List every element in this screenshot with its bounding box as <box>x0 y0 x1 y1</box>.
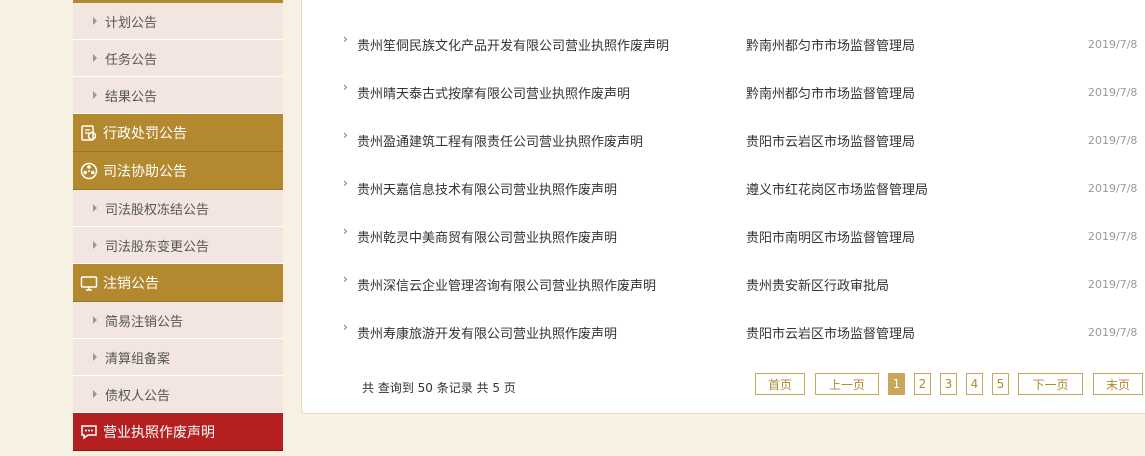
notice-agency: 贵阳市南明区市场监督管理局 <box>746 230 916 246</box>
sidebar-item-label: 任务公告 <box>105 52 158 68</box>
sidebar-item-label: 司法股权冻结公告 <box>105 202 210 218</box>
notice-agency: 贵阳市云岩区市场监督管理局 <box>746 134 916 150</box>
notice-date: 2019/7/8 <box>1088 181 1138 195</box>
caret-right-icon <box>93 17 97 25</box>
sidebar-item-label: 计划公告 <box>105 15 158 31</box>
page-button-1[interactable]: 1 <box>888 373 905 395</box>
sidebar-category-label: 行政处罚公告 <box>103 125 187 142</box>
notice-title[interactable]: 贵州天嘉信息技术有限公司营业执照作废声明 <box>357 179 617 198</box>
notice-title[interactable]: 贵州寿康旅游开发有限公司营业执照作废声明 <box>357 323 617 342</box>
monitor-icon <box>79 273 99 293</box>
sidebar-category-license-void[interactable]: 营业执照作废声明 <box>73 413 283 451</box>
sidebar-item-label: 司法股东变更公告 <box>105 239 210 255</box>
notice-title[interactable]: 贵州盈通建筑工程有限责任公司营业执照作废声明 <box>357 131 643 150</box>
sidebar-item-label: 简易注销公告 <box>105 314 184 330</box>
notice-title[interactable]: 贵州深信云企业管理咨询有限公司营业执照作废声明 <box>357 275 656 294</box>
notice-date: 2019/7/8 <box>1088 325 1138 339</box>
caret-right-icon <box>93 316 97 324</box>
sidebar-item-liquidation-filing[interactable]: 清算组备案 <box>73 339 283 376</box>
next-page-button[interactable]: 下一页 <box>1018 373 1083 395</box>
notice-agency: 贵州贵安新区行政审批局 <box>746 278 890 294</box>
sidebar-item-result-notice[interactable]: 结果公告 <box>73 77 283 114</box>
sidebar-category-label: 司法协助公告 <box>103 163 187 180</box>
prev-page-button[interactable]: 上一页 <box>815 373 879 395</box>
pagination-summary: 共 查询到 50 条记录 共 5 页 <box>362 381 516 395</box>
sidebar-item-shareholder-change[interactable]: 司法股东变更公告 <box>73 227 283 264</box>
sidebar-category-admin-penalty[interactable]: 行政处罚公告 <box>73 114 283 152</box>
sidebar-item-label: 结果公告 <box>105 89 158 105</box>
caret-right-icon <box>93 241 97 249</box>
caret-right-icon <box>93 390 97 398</box>
chevron-right-icon: › <box>343 272 348 286</box>
notice-date: 2019/7/8 <box>1088 133 1138 147</box>
notice-agency: 遵义市红花岗区市场监督管理局 <box>746 182 929 198</box>
list-item[interactable]: › 贵州寿康旅游开发有限公司营业执照作废声明 贵阳市云岩区市场监督管理局 201… <box>302 320 1145 342</box>
film-reel-icon <box>79 161 99 181</box>
sidebar-item-equity-freeze[interactable]: 司法股权冻结公告 <box>73 190 283 227</box>
sidebar-item-task-notice[interactable]: 任务公告 <box>73 40 283 77</box>
list-item[interactable]: › 贵州天嘉信息技术有限公司营业执照作废声明 遵义市红花岗区市场监督管理局 20… <box>302 176 1145 198</box>
document-icon <box>79 123 99 143</box>
chat-bubble-icon <box>79 422 99 442</box>
caret-right-icon <box>93 353 97 361</box>
chevron-right-icon: › <box>343 224 348 238</box>
chevron-right-icon: › <box>343 80 348 94</box>
chevron-right-icon: › <box>343 32 348 46</box>
notice-date: 2019/7/8 <box>1088 229 1138 243</box>
chevron-right-icon: › <box>343 128 348 142</box>
caret-right-icon <box>93 54 97 62</box>
notice-agency: 黔南州都匀市市场监督管理局 <box>746 86 916 102</box>
notice-title[interactable]: 贵州晴天泰古式按摩有限公司营业执照作废声明 <box>357 83 630 102</box>
caret-right-icon <box>93 91 97 99</box>
page-button-3[interactable]: 3 <box>940 373 957 395</box>
list-item[interactable]: › 贵州笙侗民族文化产品开发有限公司营业执照作废声明 黔南州都匀市市场监督管理局… <box>302 32 1145 54</box>
page-button-4[interactable]: 4 <box>966 373 983 395</box>
sidebar-category-label: 营业执照作废声明 <box>103 424 215 441</box>
chevron-right-icon: › <box>343 320 348 334</box>
first-page-button[interactable]: 首页 <box>755 373 805 395</box>
sidebar-item-label: 清算组备案 <box>105 351 171 367</box>
notice-panel: › 贵州笙侗民族文化产品开发有限公司营业执照作废声明 黔南州都匀市市场监督管理局… <box>301 0 1145 414</box>
notice-agency: 黔南州都匀市市场监督管理局 <box>746 38 916 54</box>
notice-title[interactable]: 贵州笙侗民族文化产品开发有限公司营业执照作废声明 <box>357 35 669 54</box>
list-item[interactable]: › 贵州晴天泰古式按摩有限公司营业执照作废声明 黔南州都匀市市场监督管理局 20… <box>302 80 1145 102</box>
sidebar-nav: 计划公告 任务公告 结果公告 行政处罚公告 司法协助公告 司法股权冻结公告 司法… <box>73 0 283 456</box>
notice-agency: 贵阳市云岩区市场监督管理局 <box>746 326 916 342</box>
notice-date: 2019/7/8 <box>1088 277 1138 291</box>
sidebar-item-label: 债权人公告 <box>105 388 171 404</box>
sidebar-item-creditor-notice[interactable]: 债权人公告 <box>73 376 283 413</box>
sidebar-category-judicial-assist[interactable]: 司法协助公告 <box>73 152 283 190</box>
list-item[interactable]: › 贵州乾灵中美商贸有限公司营业执照作废声明 贵阳市南明区市场监督管理局 201… <box>302 224 1145 246</box>
notice-title[interactable]: 贵州乾灵中美商贸有限公司营业执照作废声明 <box>357 227 617 246</box>
chevron-right-icon: › <box>343 176 348 190</box>
caret-right-icon <box>93 204 97 212</box>
page-button-2[interactable]: 2 <box>914 373 931 395</box>
sidebar-item-plan-notice[interactable]: 计划公告 <box>73 3 283 40</box>
last-page-button[interactable]: 末页 <box>1093 373 1143 395</box>
list-item[interactable]: › 贵州盈通建筑工程有限责任公司营业执照作废声明 贵阳市云岩区市场监督管理局 2… <box>302 128 1145 150</box>
notice-date: 2019/7/8 <box>1088 85 1138 99</box>
sidebar-category-label: 注销公告 <box>103 275 159 292</box>
page-button-5[interactable]: 5 <box>992 373 1009 395</box>
notice-date: 2019/7/8 <box>1088 37 1138 51</box>
list-item[interactable]: › 贵州深信云企业管理咨询有限公司营业执照作废声明 贵州贵安新区行政审批局 20… <box>302 272 1145 294</box>
sidebar-category-cancellation[interactable]: 注销公告 <box>73 264 283 302</box>
sidebar-item-simple-cancel[interactable]: 简易注销公告 <box>73 302 283 339</box>
